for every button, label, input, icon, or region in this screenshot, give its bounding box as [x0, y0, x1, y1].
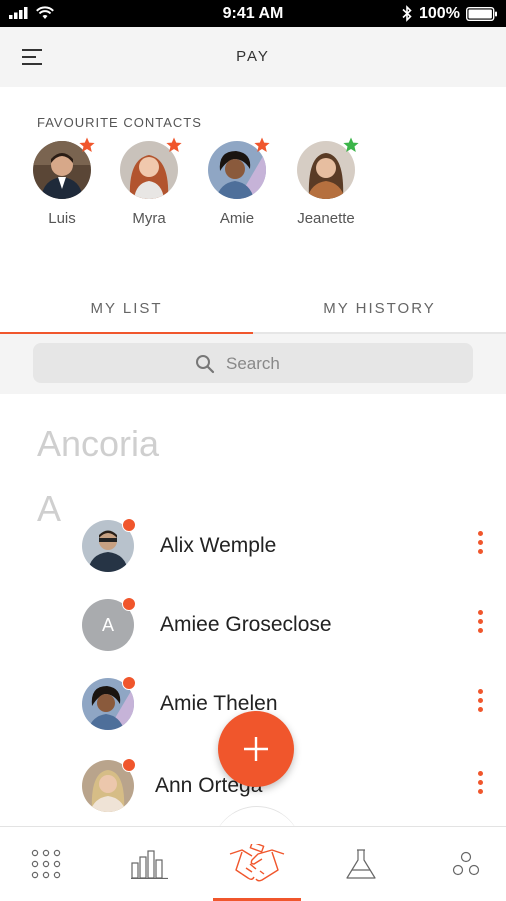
- nav-pay-button[interactable]: [207, 827, 307, 901]
- app-header: PAY: [0, 27, 506, 87]
- section-title: Ancoria: [37, 423, 160, 464]
- tab-bar: MY LIST MY HISTORY: [0, 292, 506, 335]
- nav-lab-button[interactable]: [311, 827, 411, 901]
- avatar: [82, 758, 136, 812]
- status-dot: [122, 676, 136, 690]
- avatar: [33, 137, 95, 199]
- contact-name: Alix Wemple: [160, 534, 277, 557]
- add-button[interactable]: [218, 711, 294, 787]
- nav-group-button[interactable]: [416, 827, 506, 901]
- contact-row-amiee-groseclose[interactable]: A Amiee Groseclose: [82, 596, 502, 656]
- status-bar: 9:41 AM 100%: [0, 0, 506, 27]
- contact-row-ann-ortega[interactable]: Ann Ortega: [82, 757, 502, 817]
- more-options-icon[interactable]: [472, 531, 488, 561]
- plus-icon: [244, 737, 268, 761]
- bluetooth-icon: [402, 5, 412, 22]
- nav-grid-button[interactable]: [0, 827, 96, 901]
- favourite-contact-name: Amie: [219, 210, 255, 227]
- favourite-contact-name: Luis: [48, 210, 76, 227]
- flask-icon: [346, 849, 376, 879]
- favourite-star-icon: [254, 137, 270, 157]
- avatar: [82, 518, 136, 572]
- search-icon: [196, 355, 215, 374]
- favourite-contact-name: Myra: [132, 210, 166, 227]
- avatar: A: [82, 597, 136, 651]
- favourite-contact-luis[interactable]: Luis: [17, 137, 107, 227]
- status-dot: [122, 518, 136, 532]
- contact-row-alix-wemple[interactable]: Alix Wemple: [82, 517, 502, 577]
- search-container: Search: [0, 334, 506, 394]
- grid-icon: [31, 849, 61, 879]
- avatar: [82, 676, 136, 730]
- bar-chart-icon: [131, 850, 168, 879]
- avatar: [208, 137, 270, 199]
- more-options-icon[interactable]: [472, 610, 488, 640]
- tab-my-list[interactable]: MY LIST: [0, 292, 253, 335]
- contact-name: Amiee Groseclose: [160, 613, 332, 636]
- favourite-contact-jeanette[interactable]: Jeanette: [281, 137, 371, 227]
- page-title: PAY: [236, 48, 270, 65]
- favourite-contact-amie[interactable]: Amie: [192, 137, 282, 227]
- avatar: [120, 137, 182, 199]
- contact-row-amie-thelen[interactable]: Amie Thelen: [82, 675, 502, 735]
- favourite-star-icon: [343, 137, 359, 157]
- favourite-contact-myra[interactable]: Myra: [104, 137, 194, 227]
- status-dot: [122, 758, 136, 772]
- favourite-star-icon: [166, 137, 182, 157]
- nav-statistics-button[interactable]: [100, 827, 200, 901]
- favourite-contacts-title: FAVOURITE CONTACTS: [37, 115, 202, 130]
- tab-my-history[interactable]: MY HISTORY: [253, 292, 506, 332]
- battery-percentage: 100%: [419, 5, 460, 22]
- more-options-icon[interactable]: [472, 689, 488, 719]
- favourite-contacts-section: FAVOURITE CONTACTS Luis Myra Amie Jeanet…: [0, 87, 506, 292]
- search-input[interactable]: Search: [33, 343, 473, 383]
- handshake-icon: [229, 844, 285, 882]
- status-dot: [122, 597, 136, 611]
- more-options-icon[interactable]: [472, 771, 488, 801]
- circles-icon: [452, 851, 480, 876]
- battery-icon: [466, 7, 497, 21]
- avatar: [297, 137, 359, 199]
- bottom-navigation: [0, 826, 506, 901]
- favourite-star-icon: [79, 137, 95, 157]
- search-placeholder: Search: [226, 354, 280, 373]
- section-letter: A: [37, 488, 62, 529]
- favourite-contact-name: Jeanette: [297, 210, 355, 227]
